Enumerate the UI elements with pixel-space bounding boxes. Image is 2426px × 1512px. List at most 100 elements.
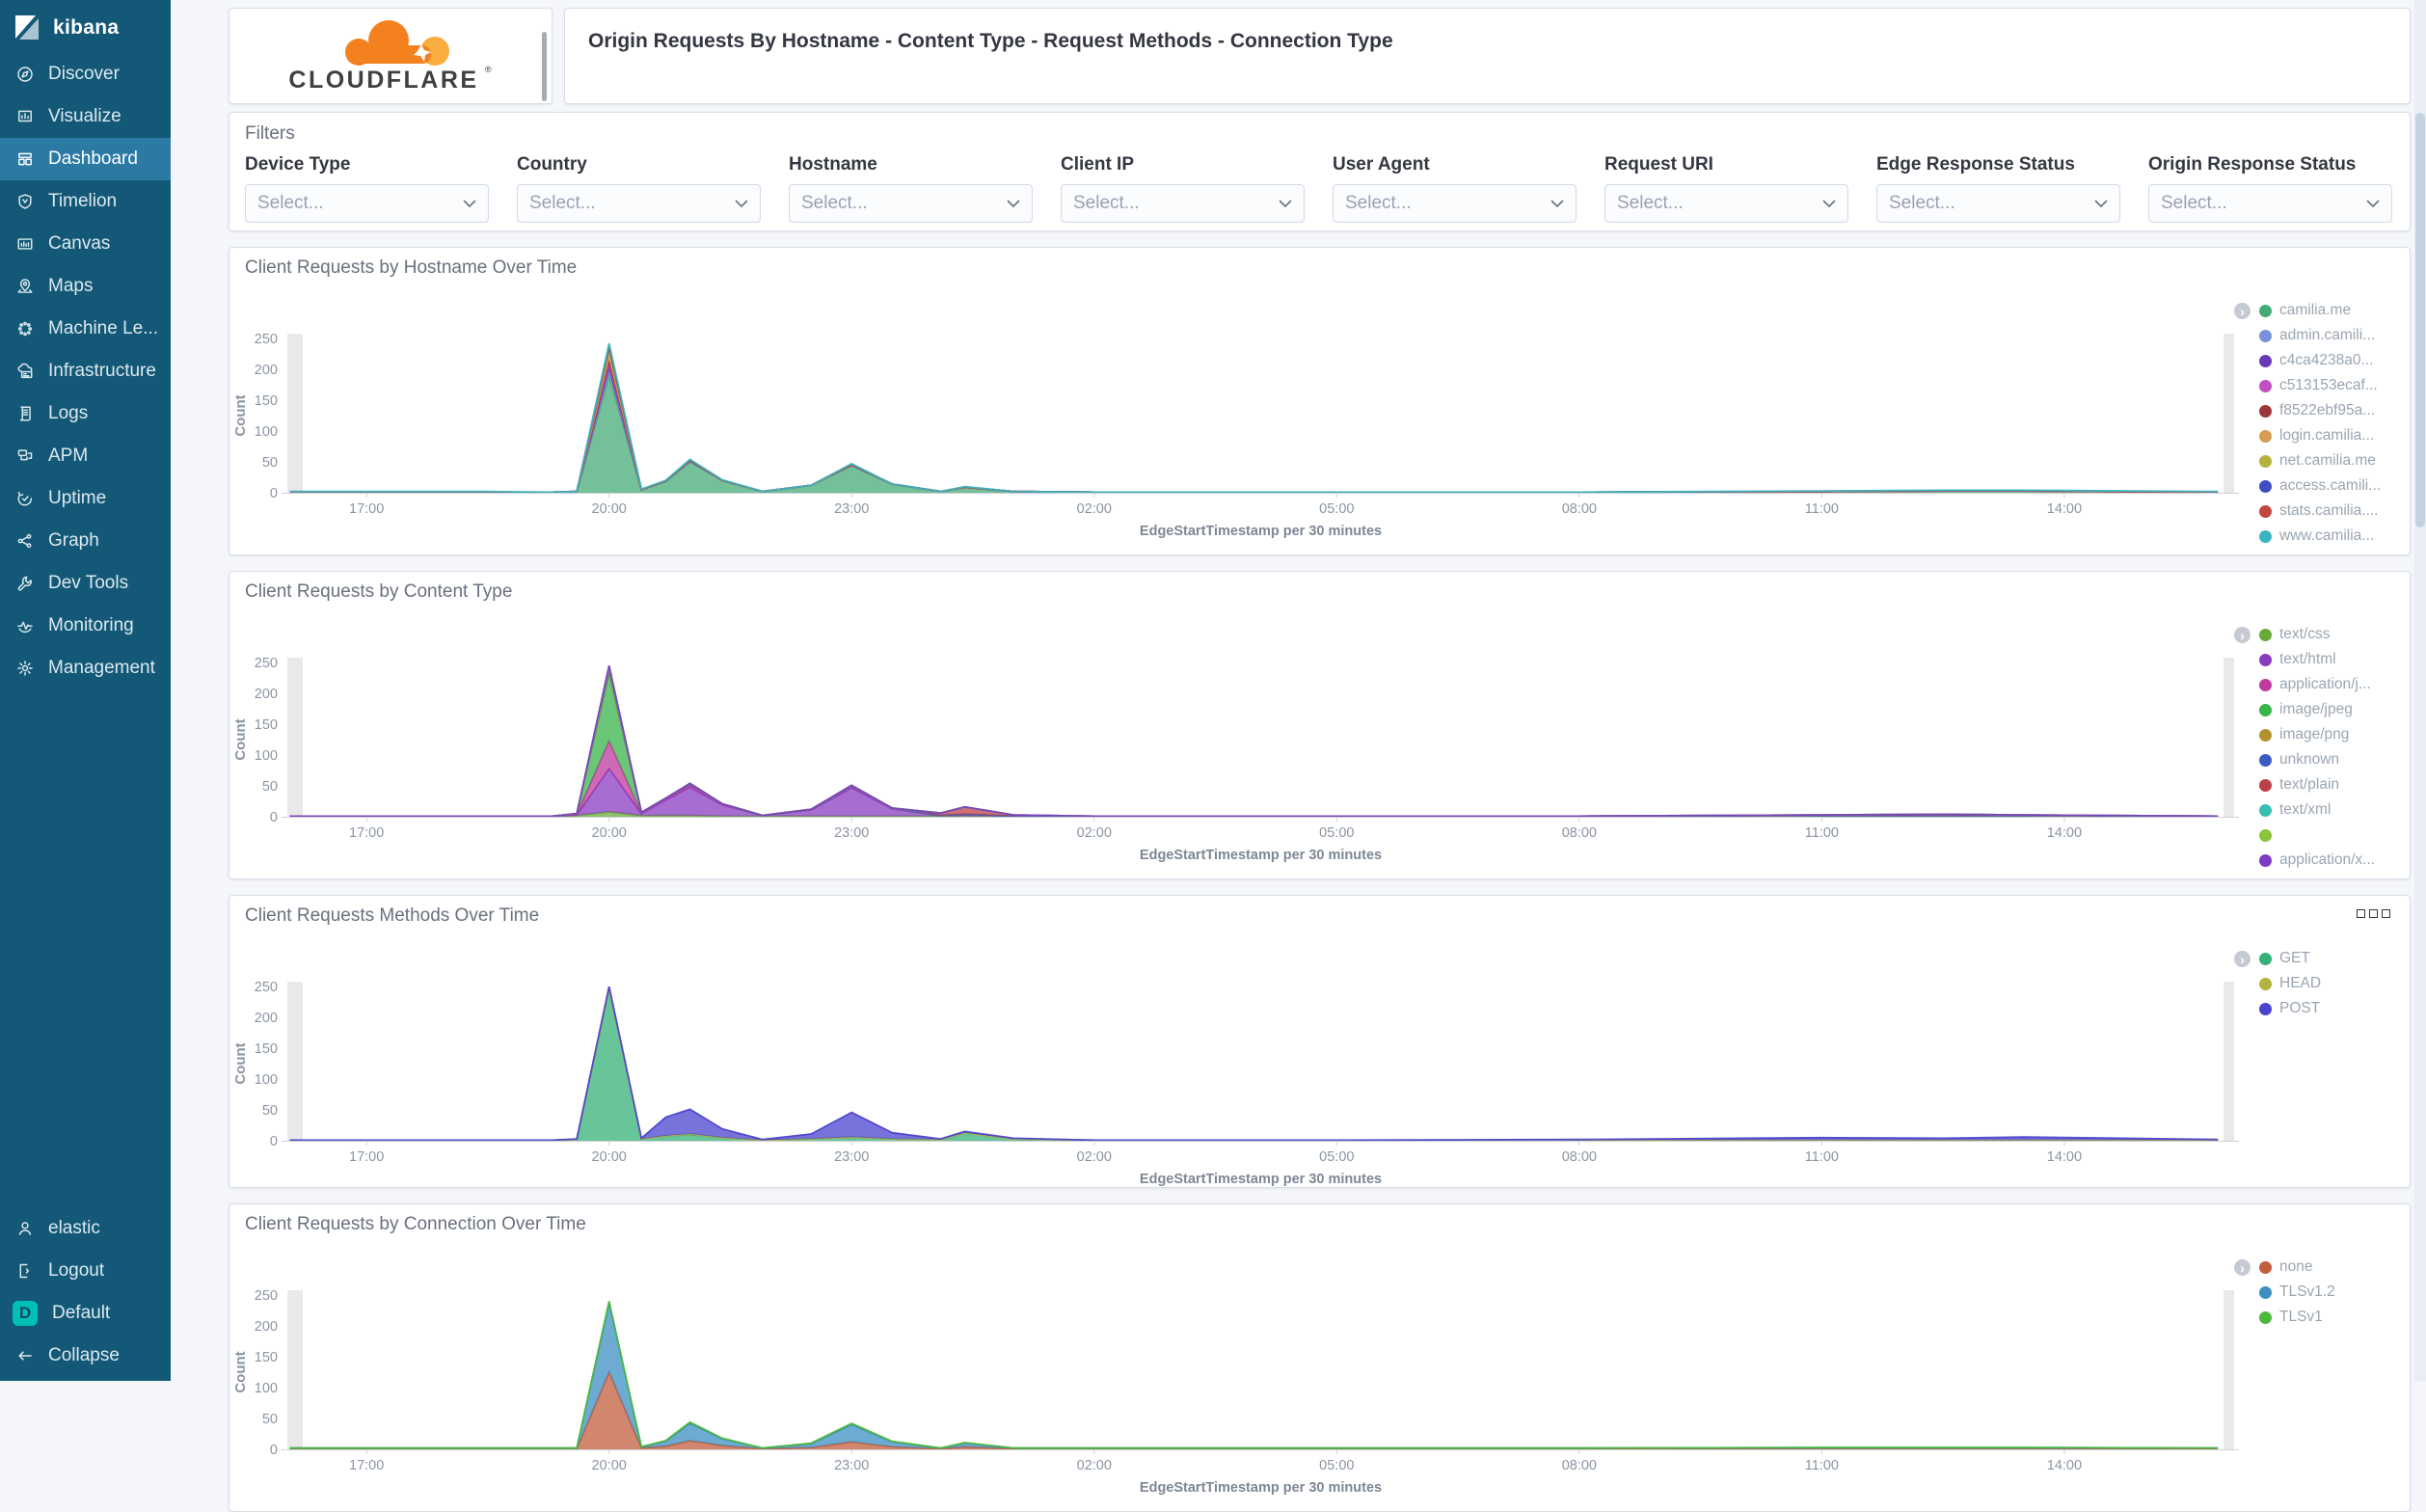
filter-select-request-uri[interactable]: Select... [1604, 184, 1848, 223]
legend-item[interactable]: login.camilia... [2259, 423, 2396, 448]
legend-item[interactable]: net.camilia.me [2259, 448, 2396, 473]
svg-text:100: 100 [255, 1381, 278, 1396]
svg-text:®: ® [485, 65, 492, 74]
filter-user-agent: User Agent Select... [1333, 154, 1577, 223]
filter-select-user-agent[interactable]: Select... [1333, 184, 1577, 223]
svg-text:08:00: 08:00 [1562, 825, 1597, 841]
legend-item[interactable]: stats.camilia.... [2259, 499, 2396, 524]
filter-select-origin-response-status[interactable]: Select... [2148, 184, 2392, 223]
legend-item[interactable]: HEAD [2259, 971, 2396, 996]
panel-options-icon[interactable] [2357, 909, 2390, 918]
filter-label: Hostname [789, 154, 877, 175]
area-chart-canvas[interactable]: 0 50 100 150 200 250 Count 17:00 20:00 23:00 02:00… [231, 1245, 2242, 1496]
page-scrollbar-thumb[interactable] [2415, 113, 2425, 527]
legend-item[interactable]: access.camili... [2259, 473, 2396, 499]
chart-legend: › text/css text/html application/j... image/… [2234, 622, 2396, 873]
series-area-POST [289, 986, 2219, 1141]
legend-item[interactable]: text/xml [2259, 797, 2396, 823]
sidebar-item-timelion[interactable]: Timelion [0, 180, 171, 223]
sidebar-item-canvas[interactable]: Canvas [0, 223, 171, 265]
sidebar-item-maps[interactable]: Maps [0, 265, 171, 308]
sidebar-item-dashboard[interactable]: Dashboard [0, 138, 171, 180]
legend-item[interactable]: text/plain [2259, 772, 2396, 797]
uptime-icon [17, 491, 33, 506]
kibana-wordmark: kibana [53, 15, 120, 39]
sidebar-item-visualize[interactable]: Visualize [0, 95, 171, 138]
filter-select-client-ip[interactable]: Select... [1061, 184, 1305, 223]
legend-color-dot [2259, 1285, 2272, 1299]
legend-item[interactable]: c513153ecaf... [2259, 373, 2396, 398]
area-chart-canvas[interactable]: 0 50 100 150 200 250 Count 17:00 20:00 23:00 02:00… [231, 936, 2242, 1187]
sidebar-item-infrastructure[interactable]: Infrastructure [0, 350, 171, 392]
legend-item[interactable]: application/x... [2259, 848, 2396, 873]
sidebar-item-uptime[interactable]: Uptime [0, 477, 171, 520]
svg-text:150: 150 [255, 1041, 278, 1057]
legend-item-label: text/plain [2279, 776, 2340, 793]
svg-text:05:00: 05:00 [1319, 501, 1354, 517]
sidebar-item-monitoring[interactable]: Monitoring [0, 605, 171, 647]
filter-select-placeholder: Select... [1617, 193, 1684, 213]
legend-item[interactable]: image/jpeg [2259, 697, 2396, 722]
legend-item[interactable]: GET [2259, 946, 2396, 971]
header-row: CLOUDFLARE ® Origin Requests By Hostname… [229, 8, 2411, 104]
svg-text:200: 200 [255, 1319, 278, 1335]
series-area-HEAD [289, 987, 2219, 1141]
legend-item[interactable]: www.camilia... [2259, 524, 2396, 549]
sidebar-item-machine-le[interactable]: Machine Le... [0, 308, 171, 350]
legend-item[interactable]: TLSv1 [2259, 1305, 2396, 1330]
legend-item-label: unknown [2279, 751, 2340, 768]
series-area-text/plain [289, 668, 2219, 817]
legend-item[interactable]: unknown [2259, 747, 2396, 772]
legend-item[interactable]: c4ca4238a0... [2259, 348, 2396, 373]
legend-item[interactable]: admin.camili... [2259, 323, 2396, 348]
legend-item-label: login.camilia... [2279, 427, 2375, 444]
legend-item[interactable]: text/html [2259, 647, 2396, 672]
sidebar-item-elastic[interactable]: elastic [0, 1207, 171, 1250]
sidebar-item-management[interactable]: Management [0, 647, 171, 689]
filter-origin-response-status: Origin Response Status Select... [2148, 154, 2392, 223]
dashboard-title-panel: Origin Requests By Hostname - Content Ty… [564, 8, 2411, 104]
filter-select-country[interactable]: Select... [517, 184, 761, 223]
legend-item[interactable]: f8522ebf95a... [2259, 398, 2396, 423]
chart-panel-1: Client Requests by Hostname Over Time 0 50… [229, 247, 2411, 555]
legend-color-dot [2259, 529, 2272, 543]
sidebar-item-logout[interactable]: Logout [0, 1250, 171, 1292]
apm-icon [17, 449, 33, 461]
filter-select-hostname[interactable]: Select... [789, 184, 1033, 223]
options-square [2369, 909, 2378, 918]
legend-expand-icon[interactable]: › [2234, 1259, 2251, 1276]
logo-panel-scrollbar[interactable] [542, 32, 547, 101]
area-chart-canvas[interactable]: 0 50 100 150 200 250 Count 17:00 20:00 23:00 02:00… [231, 288, 2242, 539]
sidebar-item-graph[interactable]: Graph [0, 520, 171, 562]
series-area-c513153ecaf... [289, 363, 2219, 493]
legend-item[interactable]: image/png [2259, 722, 2396, 747]
legend-item[interactable]: POST [2259, 996, 2396, 1021]
legend-item-label: image/jpeg [2279, 701, 2353, 717]
legend-item[interactable]: application/j... [2259, 672, 2396, 697]
filter-select-device-type[interactable]: Select... [245, 184, 489, 223]
sidebar-item-collapse[interactable]: Collapse [0, 1335, 171, 1377]
legend-item[interactable]: text/css [2259, 622, 2396, 647]
filter-select-edge-response-status[interactable]: Select... [1876, 184, 2120, 223]
legend-expand-icon[interactable]: › [2234, 303, 2251, 319]
sidebar-item-label: Visualize [48, 106, 121, 126]
sidebar-item-dev-tools[interactable]: Dev Tools [0, 562, 171, 605]
sidebar-item-logs[interactable]: Logs [0, 392, 171, 435]
sidebar-item-discover[interactable]: Discover [0, 53, 171, 95]
legend-expand-icon[interactable]: › [2234, 951, 2251, 967]
sidebar-item-label: Logs [48, 403, 89, 423]
legend-item[interactable] [2259, 823, 2396, 848]
sidebar-item-apm[interactable]: APM [0, 435, 171, 477]
legend-color-dot [2259, 977, 2272, 990]
series-area-TLSv1.2 [289, 1303, 2219, 1449]
area-chart-canvas[interactable]: 0 50 100 150 200 250 Count 17:00 20:00 23:00 02:00… [231, 612, 2242, 863]
legend-item[interactable]: none [2259, 1255, 2396, 1280]
legend-item[interactable]: TLSv1.2 [2259, 1280, 2396, 1305]
kibana-logo[interactable]: kibana [0, 0, 171, 53]
legend-expand-icon[interactable]: › [2234, 627, 2251, 643]
filter-select-placeholder: Select... [257, 193, 324, 213]
svg-text:02:00: 02:00 [1077, 1458, 1112, 1473]
sidebar-item-default[interactable]: D Default [0, 1292, 171, 1335]
svg-text:Count: Count [232, 1042, 249, 1084]
legend-item[interactable]: camilia.me [2259, 298, 2396, 323]
